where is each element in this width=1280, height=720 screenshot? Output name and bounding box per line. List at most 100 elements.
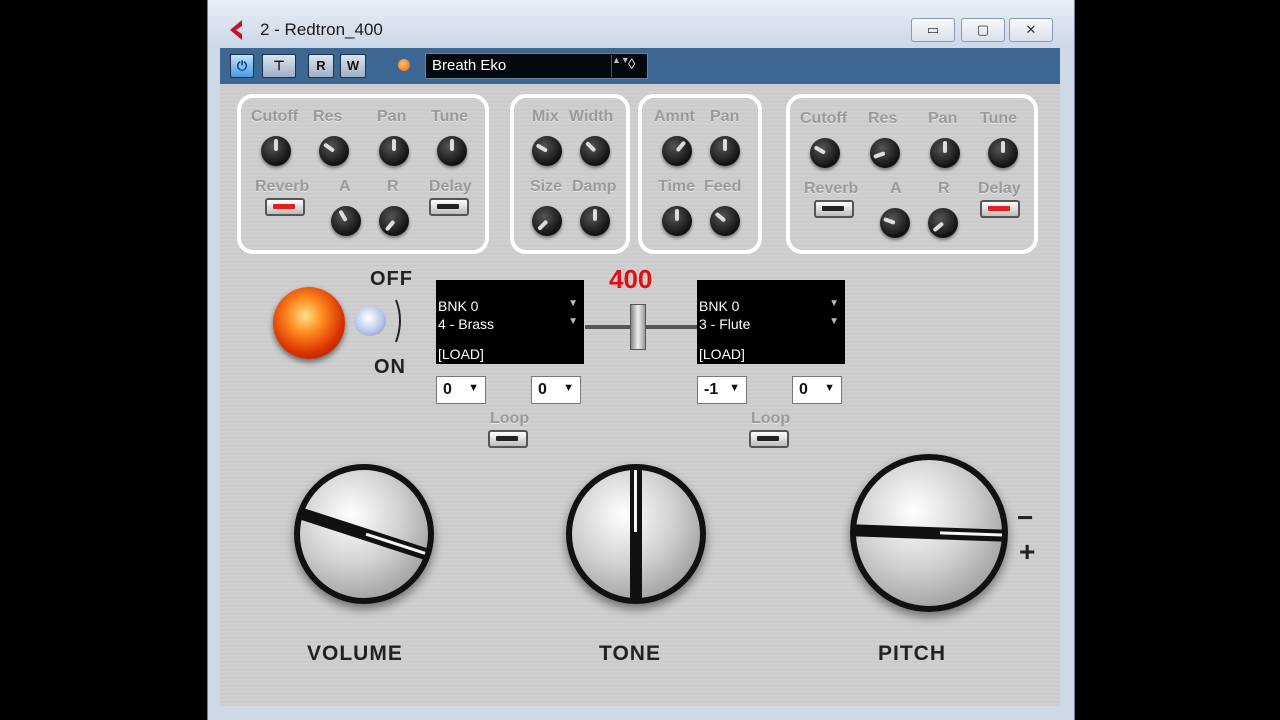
attack-label: A: [339, 178, 351, 195]
size-knob[interactable]: [532, 206, 562, 236]
load-button-left[interactable]: [LOAD]: [438, 346, 484, 362]
write-automation-button[interactable]: W: [340, 54, 366, 78]
amnt-knob[interactable]: [662, 136, 692, 166]
release-knob-2[interactable]: [928, 208, 958, 238]
pan-knob[interactable]: [379, 136, 409, 166]
preset-selector[interactable]: Breath Eko ▲▼ ◊: [425, 53, 648, 79]
select-left-1[interactable]: 0 ▼: [436, 376, 486, 404]
attack-knob[interactable]: [331, 206, 361, 236]
res-knob-2[interactable]: [870, 138, 900, 168]
power-switch[interactable]: [354, 306, 386, 336]
chevron-down-icon: ▼: [468, 382, 479, 394]
loop-label-left: Loop: [490, 410, 530, 427]
tone-label: TONE: [599, 642, 661, 665]
time-label: Time: [658, 178, 696, 195]
cubase-logo-icon: [230, 20, 242, 40]
select-right-1-value: -1: [704, 381, 719, 398]
volume-indicator: [297, 507, 431, 561]
power-lamp: [273, 287, 345, 359]
bank-down-arrow-icon[interactable]: ▼: [829, 298, 839, 309]
crossfade-slider[interactable]: [630, 304, 646, 350]
sound-down-arrow-icon[interactable]: ▼: [829, 316, 839, 327]
preset-name: Breath Eko: [432, 57, 507, 74]
tone-indicator: [630, 466, 642, 602]
select-right-2-value: 0: [799, 381, 808, 398]
monitor-button[interactable]: ⊤: [262, 54, 296, 78]
pan-label-2: Pan: [928, 110, 958, 127]
plugin-window: 2 - Redtron_400 ▭ ▢ ✕ ⏻ ⊤ R W Breath Eko…: [207, 0, 1075, 720]
mix-knob[interactable]: [532, 136, 562, 166]
reverb-label: Reverb: [255, 178, 310, 195]
select-left-2[interactable]: 0 ▼: [531, 376, 581, 404]
close-button[interactable]: ✕: [1009, 18, 1053, 42]
sound-down-arrow-icon[interactable]: ▼: [568, 316, 578, 327]
delay-label-2: Delay: [978, 180, 1021, 197]
res-label-2: Res: [868, 110, 898, 127]
release-label: R: [387, 178, 399, 195]
instrument-panel: Cutoff Res Pan Tune Reverb A R Delay Mix…: [220, 84, 1060, 706]
delay-toggle[interactable]: [429, 198, 469, 216]
pitch-knob[interactable]: [850, 454, 1008, 612]
minimize-button[interactable]: ▭: [911, 18, 955, 42]
width-knob[interactable]: [580, 136, 610, 166]
crossfade-value: 400: [609, 264, 653, 294]
release-knob[interactable]: [379, 206, 409, 236]
bank-display-left[interactable]: BNK 0 ▼ 4 - Brass ▼ [LOAD]: [436, 280, 584, 364]
maximize-button[interactable]: ▢: [961, 18, 1005, 42]
preset-menu-icon[interactable]: ◊: [628, 56, 635, 73]
off-label: OFF: [370, 268, 413, 290]
width-label: Width: [569, 108, 614, 125]
select-left-1-value: 0: [443, 381, 452, 398]
bank-number-right: BNK 0: [699, 298, 740, 314]
cutoff-label-2: Cutoff: [800, 110, 848, 127]
tune-knob[interactable]: [437, 136, 467, 166]
title-bar[interactable]: 2 - Redtron_400 ▭ ▢ ✕: [208, 0, 1074, 46]
attack-label-2: A: [890, 180, 902, 197]
sound-name-right: 3 - Flute: [699, 316, 751, 332]
select-right-1[interactable]: -1 ▼: [697, 376, 747, 404]
feed-knob[interactable]: [710, 206, 740, 236]
loop-toggle-left[interactable]: [488, 430, 528, 448]
tune-label: Tune: [431, 108, 469, 125]
cutoff-knob-2[interactable]: [810, 138, 840, 168]
reverb-toggle-2[interactable]: [814, 200, 854, 218]
size-label: Size: [530, 178, 563, 195]
pan-knob-2[interactable]: [930, 138, 960, 168]
bank-down-arrow-icon[interactable]: ▼: [568, 298, 578, 309]
activity-led: [398, 59, 410, 71]
pitch-indicator: [851, 524, 1007, 542]
left-filter-group: Cutoff Res Pan Tune Reverb A R Delay: [237, 94, 489, 254]
select-left-2-value: 0: [538, 381, 547, 398]
feed-label: Feed: [704, 178, 742, 195]
pitch-label: PITCH: [878, 642, 946, 665]
preset-step-arrows[interactable]: ▲▼: [611, 55, 630, 77]
res-knob[interactable]: [319, 136, 349, 166]
loop-toggle-right[interactable]: [749, 430, 789, 448]
delay-group: Amnt Pan Time Feed: [638, 94, 762, 254]
pan-label: Pan: [377, 108, 407, 125]
delay-toggle-2[interactable]: [980, 200, 1020, 218]
tone-knob[interactable]: [566, 464, 706, 604]
delay-label: Delay: [429, 178, 472, 195]
damp-label: Damp: [572, 178, 617, 195]
delay-pan-knob[interactable]: [710, 136, 740, 166]
load-button-right[interactable]: [LOAD]: [699, 346, 745, 362]
cutoff-knob[interactable]: [261, 136, 291, 166]
volume-knob[interactable]: [294, 464, 434, 604]
tune-label-2: Tune: [980, 110, 1018, 127]
select-right-2[interactable]: 0 ▼: [792, 376, 842, 404]
delay-pan-label: Pan: [710, 108, 740, 125]
time-knob[interactable]: [662, 206, 692, 236]
reverb-group: Mix Width Size Damp: [510, 94, 630, 254]
bank-display-right[interactable]: BNK 0 ▼ 3 - Flute ▼ [LOAD]: [697, 280, 845, 364]
mix-label: Mix: [532, 108, 559, 125]
switch-arrow-icon: [395, 299, 401, 343]
read-automation-button[interactable]: R: [308, 54, 334, 78]
tune-knob-2[interactable]: [988, 138, 1018, 168]
attack-knob-2[interactable]: [880, 208, 910, 238]
power-button[interactable]: ⏻: [230, 54, 254, 78]
res-label: Res: [313, 108, 343, 125]
damp-knob[interactable]: [580, 206, 610, 236]
reverb-toggle[interactable]: [265, 198, 305, 216]
right-filter-group: Cutoff Res Pan Tune Reverb A R Delay: [786, 94, 1038, 254]
